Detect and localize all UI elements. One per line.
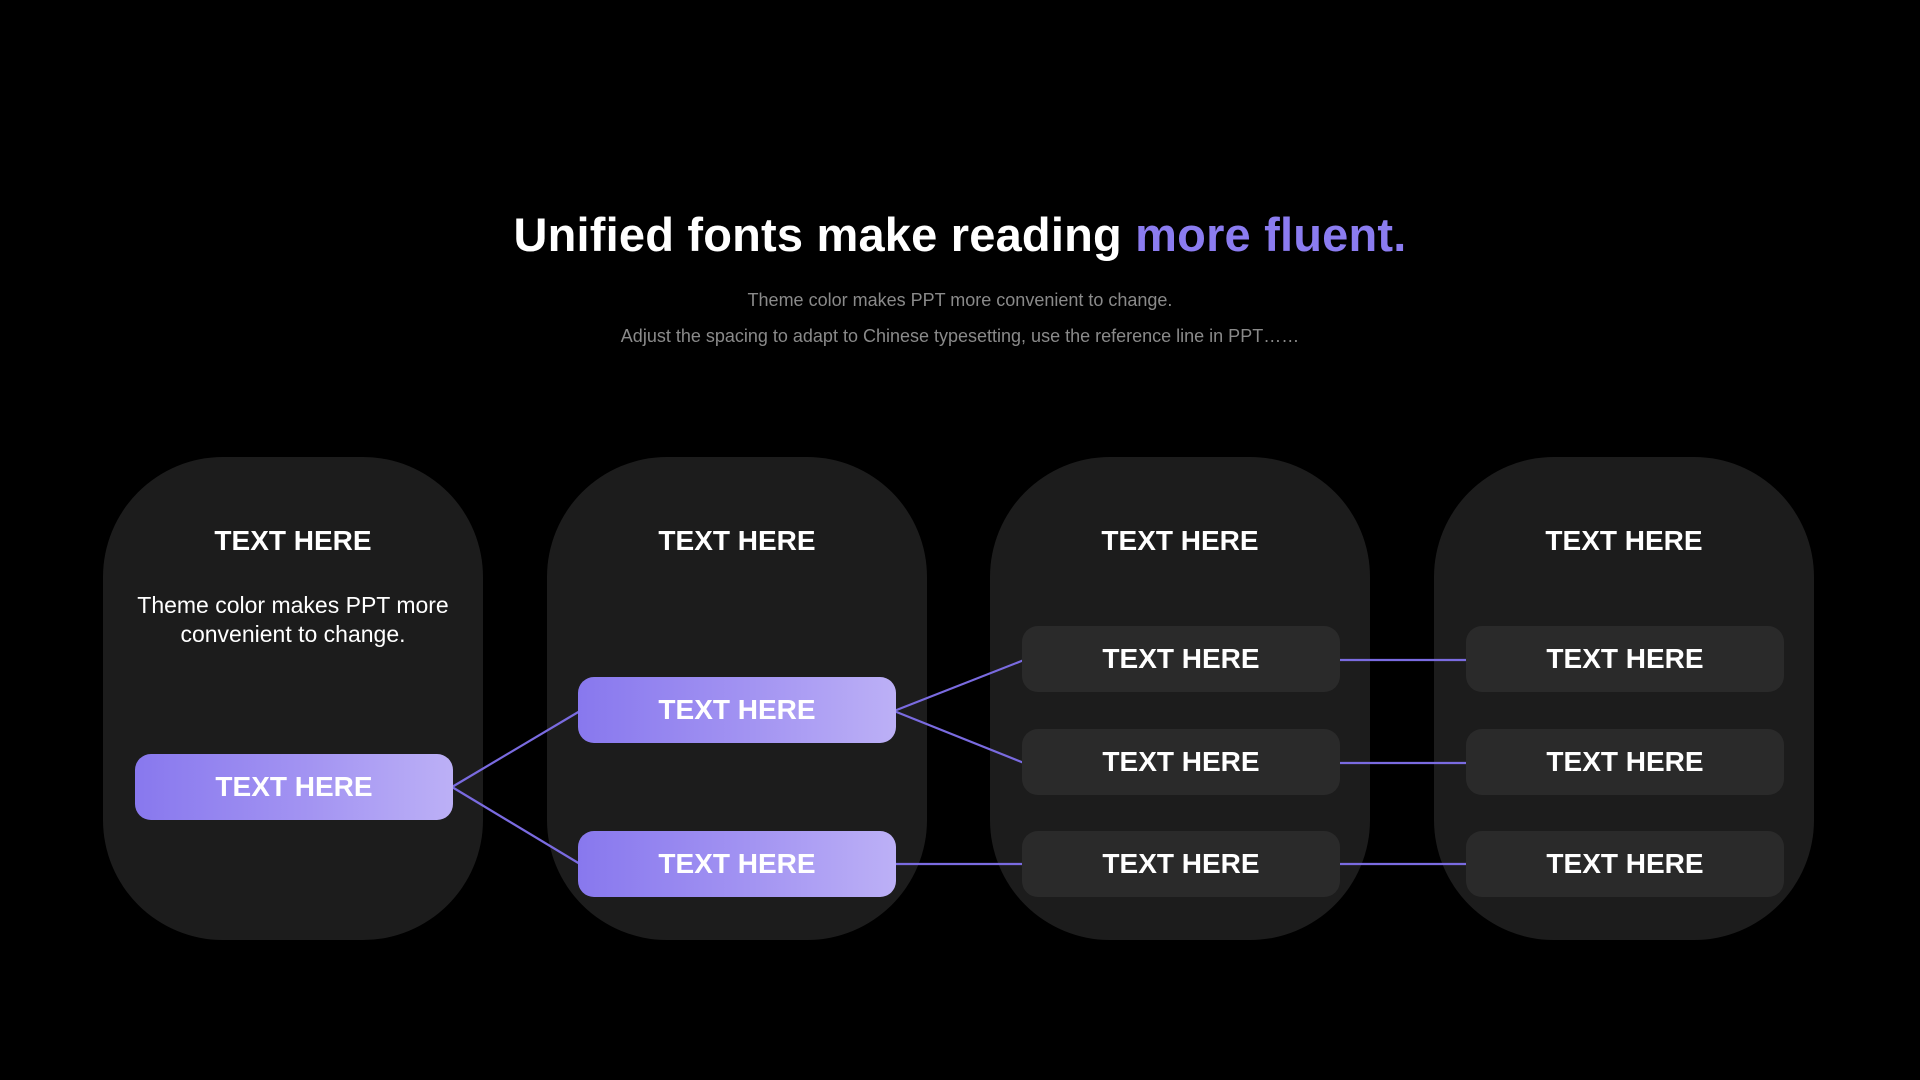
column-4-node-1[interactable]: TEXT HERE bbox=[1466, 626, 1784, 692]
column-2-node-1[interactable]: TEXT HERE bbox=[578, 677, 896, 743]
connector-c1-to-c2-bottom bbox=[451, 786, 581, 865]
column-4-node-3[interactable]: TEXT HERE bbox=[1466, 831, 1784, 897]
column-3-node-3[interactable]: TEXT HERE bbox=[1022, 831, 1340, 897]
column-3-node-1[interactable]: TEXT HERE bbox=[1022, 626, 1340, 692]
column-4-node-2[interactable]: TEXT HERE bbox=[1466, 729, 1784, 795]
column-1-node-1[interactable]: TEXT HERE bbox=[135, 754, 453, 820]
connector-c1-to-c2-top bbox=[451, 710, 581, 788]
column-3-node-2[interactable]: TEXT HERE bbox=[1022, 729, 1340, 795]
column-2-node-2[interactable]: TEXT HERE bbox=[578, 831, 896, 897]
connector-c2top-to-c3-mid bbox=[893, 709, 1025, 765]
connector-lines bbox=[451, 658, 1467, 866]
connector-c2top-to-c3-top bbox=[893, 658, 1025, 713]
